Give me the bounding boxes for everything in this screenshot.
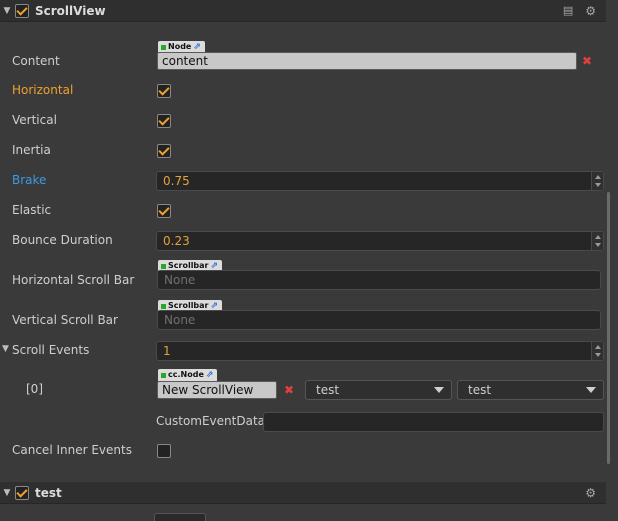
horizontal-scroll-bar-property-row: Horizontal Scroll Bar Scrollbar ⇗ None: [0, 258, 606, 294]
brake-stepper[interactable]: [591, 172, 603, 190]
scrollbar-dot-icon: [161, 303, 166, 309]
vertical-scroll-bar-label: Vertical Scroll Bar: [12, 313, 118, 327]
gear-icon[interactable]: ⚙: [585, 486, 596, 500]
scroll-events-stepper[interactable]: [591, 342, 603, 360]
help-book-icon[interactable]: ▤: [563, 4, 573, 17]
inertia-label: Inertia: [12, 143, 51, 157]
horizontal-scroll-bar-label: Horizontal Scroll Bar: [12, 273, 135, 287]
brake-property-row: Brake 0.75: [0, 170, 606, 192]
collapse-arrow-icon[interactable]: ▼: [1, 6, 13, 16]
scroll-event-item-row: [0] cc.Node ⇗ New ScrollView ✖ test test: [0, 368, 606, 402]
clear-content-close-icon[interactable]: ✖: [579, 53, 595, 69]
vertical-scroll-bar-property-row: Vertical Scroll Bar Scrollbar ⇗ None: [0, 298, 606, 334]
inertia-property-row: Inertia: [0, 142, 606, 162]
vertical-label: Vertical: [12, 113, 57, 127]
event-handler-value: test: [468, 383, 492, 397]
content-node-field[interactable]: content: [157, 52, 577, 70]
scrollview-enabled-checkbox[interactable]: [15, 3, 29, 18]
elastic-checkbox[interactable]: [157, 204, 171, 218]
scroll-events-property-row: ▼ Scroll Events 1: [0, 340, 606, 362]
event-component-value: test: [316, 383, 340, 397]
horizontal-label: Horizontal: [12, 83, 74, 97]
test-enabled-checkbox[interactable]: [15, 485, 29, 500]
scroll-events-count-input[interactable]: 1: [156, 341, 604, 361]
inertia-checkbox[interactable]: [157, 144, 171, 158]
elastic-label: Elastic: [12, 203, 52, 217]
event-target-node-field[interactable]: New ScrollView: [157, 381, 277, 399]
custom-event-data-input[interactable]: [263, 412, 604, 432]
scrollbar-dot-icon: [161, 263, 166, 269]
ccnode-type-label: cc.Node: [168, 370, 204, 379]
vertical-checkbox[interactable]: [157, 114, 171, 128]
node-dot-icon: [161, 44, 166, 50]
panel-scrollbar[interactable]: [607, 192, 610, 464]
next-field-partial: [154, 513, 206, 521]
chevron-down-icon: [586, 387, 596, 393]
cancel-inner-events-label: Cancel Inner Events: [12, 443, 132, 457]
bounce-duration-property-row: Bounce Duration 0.23: [0, 230, 606, 252]
content-property-row: Content Node ⇗ content ✖: [0, 40, 606, 76]
custom-event-data-label: CustomEventData: [156, 414, 266, 428]
clear-target-close-icon[interactable]: ✖: [281, 382, 297, 398]
collapse-arrow-icon[interactable]: ▼: [1, 488, 13, 498]
vertical-property-row: Vertical: [0, 112, 606, 132]
component-title: test: [35, 485, 62, 500]
brake-value: 0.75: [163, 174, 190, 188]
content-label: Content: [12, 54, 60, 68]
gear-icon[interactable]: ⚙: [585, 4, 596, 18]
horizontal-property-row: Horizontal: [0, 82, 606, 102]
scroll-events-count: 1: [163, 344, 171, 358]
vertical-scroll-bar-value: None: [164, 313, 196, 327]
custom-event-data-row: CustomEventData: [0, 410, 606, 434]
horizontal-scroll-bar-value: None: [164, 273, 196, 287]
scrollview-component-header: ▼ ScrollView ▤ ⚙: [0, 0, 606, 22]
cancel-inner-events-property-row: Cancel Inner Events: [0, 442, 606, 462]
elastic-property-row: Elastic: [0, 202, 606, 222]
event-target-value: New ScrollView: [162, 383, 254, 397]
ccnode-dot-icon: [161, 372, 166, 378]
horizontal-checkbox[interactable]: [157, 84, 171, 98]
bounce-duration-number-input[interactable]: 0.23: [156, 231, 604, 251]
ccnode-type-tag: cc.Node ⇗: [158, 369, 218, 381]
scroll-events-label: Scroll Events: [12, 343, 90, 357]
event-component-select[interactable]: test: [305, 380, 452, 400]
cancel-inner-events-checkbox[interactable]: [157, 444, 171, 458]
bounce-duration-label: Bounce Duration: [12, 233, 113, 247]
bounce-duration-stepper[interactable]: [591, 232, 603, 250]
expand-arrow-icon[interactable]: ▼: [2, 344, 9, 354]
component-title: ScrollView: [35, 3, 106, 18]
brake-label: Brake: [12, 173, 47, 187]
vertical-scroll-bar-field[interactable]: None: [157, 310, 601, 330]
bounce-duration-value: 0.23: [163, 234, 190, 248]
external-link-icon[interactable]: ⇗: [206, 369, 214, 381]
chevron-down-icon: [434, 387, 444, 393]
test-component-header: ▼ test ⚙: [0, 482, 606, 504]
brake-number-input[interactable]: 0.75: [156, 171, 604, 191]
event-handler-select[interactable]: test: [457, 380, 604, 400]
scroll-event-index-label: [0]: [26, 382, 43, 396]
horizontal-scroll-bar-field[interactable]: None: [157, 270, 601, 290]
content-node-value: content: [162, 54, 208, 68]
